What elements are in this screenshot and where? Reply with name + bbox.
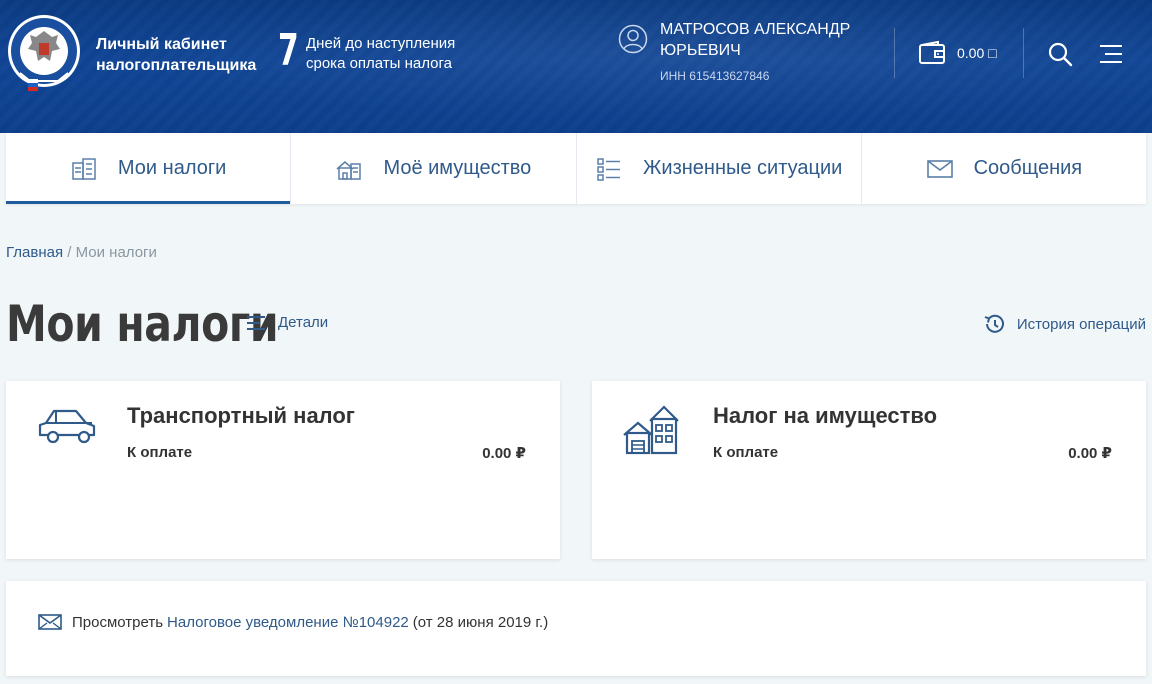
history-button[interactable]: История операций	[983, 314, 1146, 334]
envelope-icon	[38, 614, 62, 630]
house-icon	[623, 405, 679, 455]
search-icon[interactable]	[1046, 40, 1074, 68]
pay-amount: 0.00 ₽	[482, 445, 526, 462]
card-title: Налог на имущество	[713, 403, 938, 428]
checklist-icon	[597, 157, 620, 181]
breadcrumb-home[interactable]: Главная	[6, 244, 63, 261]
user-name[interactable]: МАТРОСОВ АЛЕКСАНДР ЮРЬЕВИЧ	[660, 19, 880, 61]
tax-document-icon	[72, 157, 96, 180]
days-text-line1: Дней до наступления	[306, 35, 456, 52]
tab-messages[interactable]: Сообщения	[862, 133, 1146, 204]
car-icon	[38, 409, 96, 444]
pay-label: К оплате	[713, 444, 779, 461]
tab-my-property[interactable]: Моё имущество	[291, 133, 577, 204]
pay-amount: 0.00 ₽	[1068, 445, 1112, 462]
tab-label: Сообщения	[973, 157, 1083, 179]
tab-my-taxes[interactable]: Мои налоги	[6, 133, 292, 204]
breadcrumb: Главная / Мои налоги	[6, 244, 157, 261]
notice-row: Просмотреть Налоговое уведомление №10492…	[38, 613, 548, 631]
transport-tax-card[interactable]: Транспортный налог К оплате 0.00 ₽	[6, 381, 560, 559]
header-divider	[894, 28, 895, 78]
notice-link[interactable]: Налоговое уведомление №104922	[167, 614, 409, 631]
notice-prefix: Просмотреть	[72, 613, 164, 631]
user-inn: ИНН 615413627846	[660, 69, 770, 83]
header-divider	[1023, 28, 1024, 78]
header: Личный кабинет налогоплательщика 7 Дней …	[0, 0, 1152, 133]
pay-label: К оплате	[127, 444, 193, 461]
tab-label: Жизненные ситуации	[642, 157, 843, 179]
property-icon	[336, 160, 362, 180]
wallet-icon[interactable]	[918, 40, 946, 66]
tab-label: Моё имущество	[383, 157, 532, 179]
cabinet-title-line2: налогоплательщика	[96, 57, 257, 74]
envelope-icon	[926, 159, 953, 178]
days-text-line2: срока оплаты налога	[306, 55, 453, 72]
notice-suffix: (от 28 июня 2019 г.)	[412, 613, 549, 631]
history-label: История операций	[1016, 315, 1146, 333]
cabinet-title-line1: Личный кабинет	[96, 36, 227, 53]
history-icon	[984, 314, 1004, 333]
wallet-amount[interactable]: 0.00 □	[957, 45, 997, 61]
main-tabs: Мои налоги Моё имущество Жизненные ситуа…	[6, 133, 1146, 204]
breadcrumb-separator: /	[67, 244, 72, 261]
property-tax-card[interactable]: Налог на имущество К оплате 0.00 ₽	[592, 381, 1146, 559]
days-text: Дней до наступления срока оплаты налога	[306, 34, 455, 74]
list-icon	[247, 315, 265, 330]
hamburger-menu-icon[interactable]	[1097, 42, 1125, 66]
details-label: Детали	[278, 314, 329, 331]
user-icon[interactable]	[618, 24, 648, 54]
tab-label: Мои налоги	[117, 157, 227, 179]
cabinet-title[interactable]: Личный кабинет налогоплательщика	[96, 34, 256, 76]
fns-logo[interactable]	[6, 13, 82, 93]
card-title: Транспортный налог	[127, 403, 355, 428]
breadcrumb-current: Мои налоги	[75, 244, 157, 261]
tax-notice-card: Просмотреть Налоговое уведомление №10492…	[6, 581, 1146, 676]
tab-life-situations[interactable]: Жизненные ситуации	[577, 133, 862, 204]
days-count: 7	[278, 25, 299, 76]
details-button[interactable]: Детали	[246, 314, 328, 331]
page-title: Мои налоги	[6, 295, 279, 353]
